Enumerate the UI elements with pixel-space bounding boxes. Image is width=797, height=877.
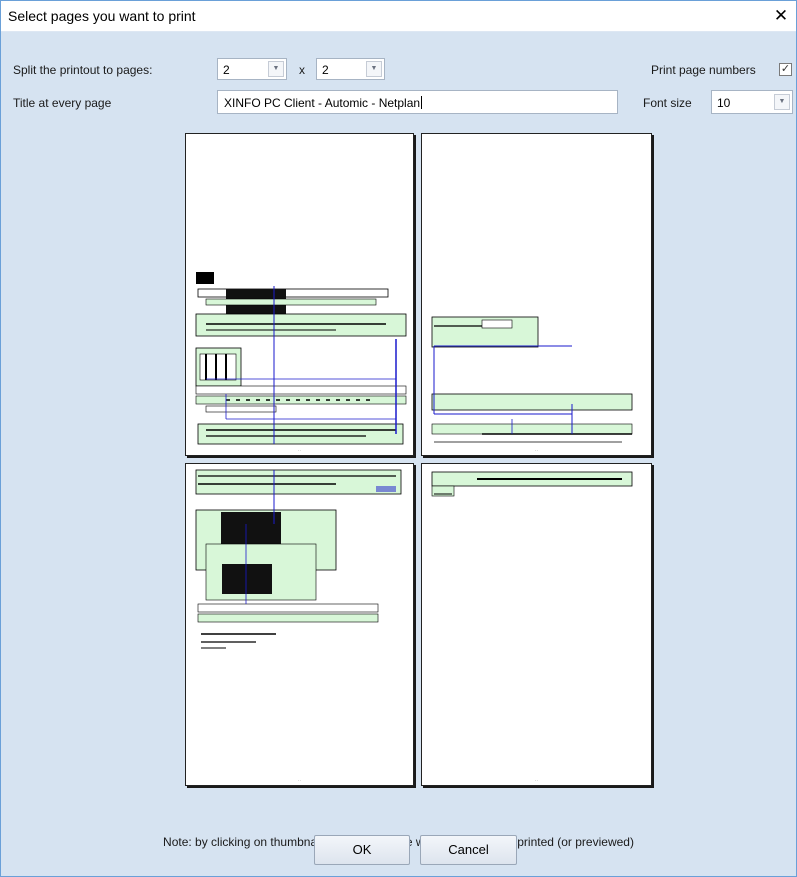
close-icon: ✕ [773, 6, 789, 25]
font-size-combo[interactable]: 10 ▼ [711, 90, 793, 114]
page-number-marker: ·· [535, 448, 538, 453]
page-preview-graphic [195, 469, 402, 649]
page-number-marker: ·· [298, 778, 301, 783]
thumbnail-page-1-1[interactable]: ·· [185, 133, 414, 456]
font-size-value: 10 [717, 96, 731, 110]
page-preview-graphic [431, 316, 633, 443]
text-caret [421, 96, 423, 109]
title-input[interactable]: XINFO PC Client - Automic - Netplan [217, 90, 618, 114]
title-label: Title at every page [13, 96, 112, 110]
thumbnail-page-1-2[interactable]: ·· [421, 133, 652, 456]
ok-button[interactable]: OK [314, 835, 410, 865]
page-number-marker: ·· [535, 778, 538, 783]
thumbnail-page-2-1[interactable]: ·· [185, 463, 414, 786]
print-page-numbers-label: Print page numbers [651, 63, 756, 77]
thumbnail-page-2-2[interactable]: ·· [421, 463, 652, 786]
columns-combo[interactable]: 2 ▼ [217, 58, 287, 80]
split-separator: x [299, 63, 305, 77]
rows-combo[interactable]: 2 ▼ [316, 58, 385, 80]
title-bar: Select pages you want to print ✕ [1, 1, 796, 31]
columns-value: 2 [223, 63, 230, 77]
close-button[interactable]: ✕ [770, 6, 792, 26]
chevron-down-icon[interactable]: ▼ [774, 94, 790, 110]
dialog-title: Select pages you want to print [8, 8, 196, 24]
title-input-value: XINFO PC Client - Automic - Netplan [224, 96, 421, 110]
page-preview-graphic [195, 272, 407, 445]
chevron-down-icon[interactable]: ▼ [268, 61, 284, 77]
check-icon: ✓ [780, 63, 791, 75]
chevron-down-icon[interactable]: ▼ [366, 61, 382, 77]
print-pages-dialog: Select pages you want to print ✕ Split t… [0, 0, 797, 877]
dialog-body: Split the printout to pages: 2 ▼ x 2 ▼ P… [1, 32, 796, 876]
print-page-numbers-checkbox[interactable]: ✓ [779, 63, 792, 76]
page-preview-graphic [431, 471, 633, 497]
split-label: Split the printout to pages: [13, 63, 153, 77]
page-number-marker: ·· [298, 448, 301, 453]
rows-value: 2 [322, 63, 329, 77]
cancel-button[interactable]: Cancel [420, 835, 517, 865]
font-size-label: Font size [643, 96, 692, 110]
